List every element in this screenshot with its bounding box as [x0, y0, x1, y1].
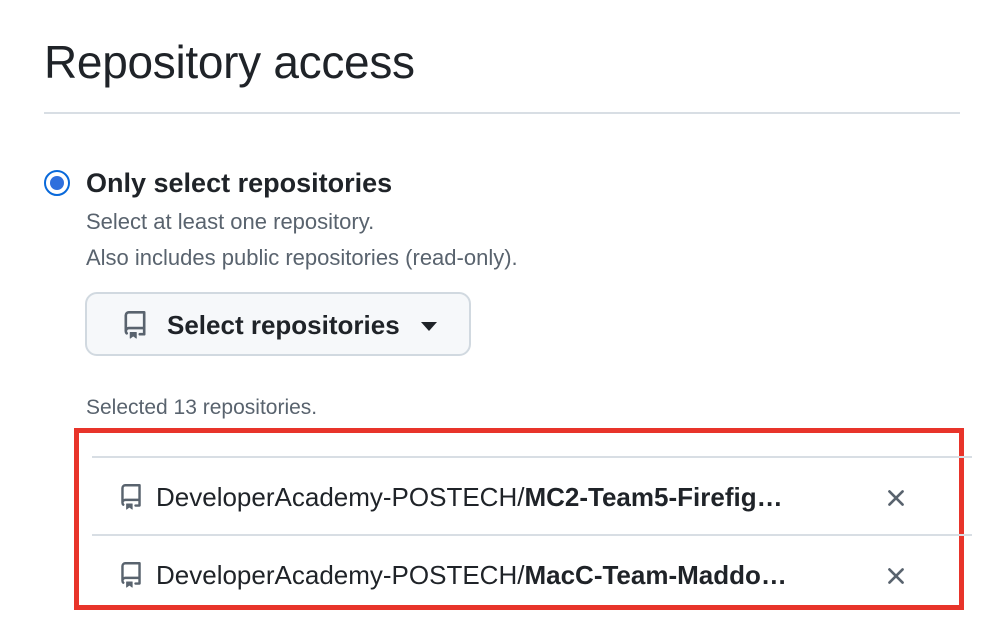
chevron-down-icon: [421, 322, 437, 331]
repository-owner: DeveloperAcademy-POSTECH/: [156, 482, 525, 512]
repository-name: DeveloperAcademy-POSTECH/MC2-Team5-Firef…: [156, 480, 846, 514]
repository-name: DeveloperAcademy-POSTECH/MacC-Team-Maddo…: [156, 558, 846, 592]
close-icon[interactable]: [882, 562, 910, 590]
selected-repository-list: DeveloperAcademy-POSTECH/MC2-Team5-Firef…: [92, 456, 972, 612]
repo-icon: [121, 562, 141, 588]
repo-icon: [121, 484, 141, 510]
header-divider: [44, 112, 960, 114]
close-icon[interactable]: [882, 484, 910, 512]
only-select-repositories-radio[interactable]: [44, 170, 70, 196]
page-title: Repository access: [44, 36, 415, 88]
option-hint-public-readonly: Also includes public repositories (read-…: [86, 245, 518, 270]
repository-owner: DeveloperAcademy-POSTECH/: [156, 560, 525, 590]
only-select-repositories-label[interactable]: Only select repositories: [86, 166, 392, 200]
list-item: DeveloperAcademy-POSTECH/MacC-Team-Maddo…: [92, 534, 972, 612]
select-repositories-label: Select repositories: [167, 310, 400, 340]
radio-selected-dot: [50, 176, 64, 190]
repo-icon: [124, 311, 146, 339]
option-hint-select-one: Select at least one repository.: [86, 209, 375, 234]
list-item: DeveloperAcademy-POSTECH/MC2-Team5-Firef…: [92, 456, 972, 534]
selected-count-text: Selected 13 repositories.: [86, 396, 318, 419]
repository-short-name: MacC-Team-Maddo…: [524, 560, 787, 590]
repository-short-name: MC2-Team5-Firefig…: [524, 482, 783, 512]
select-repositories-button[interactable]: Select repositories: [85, 292, 471, 356]
repository-access-page: Repository access Only select repositori…: [0, 0, 996, 640]
